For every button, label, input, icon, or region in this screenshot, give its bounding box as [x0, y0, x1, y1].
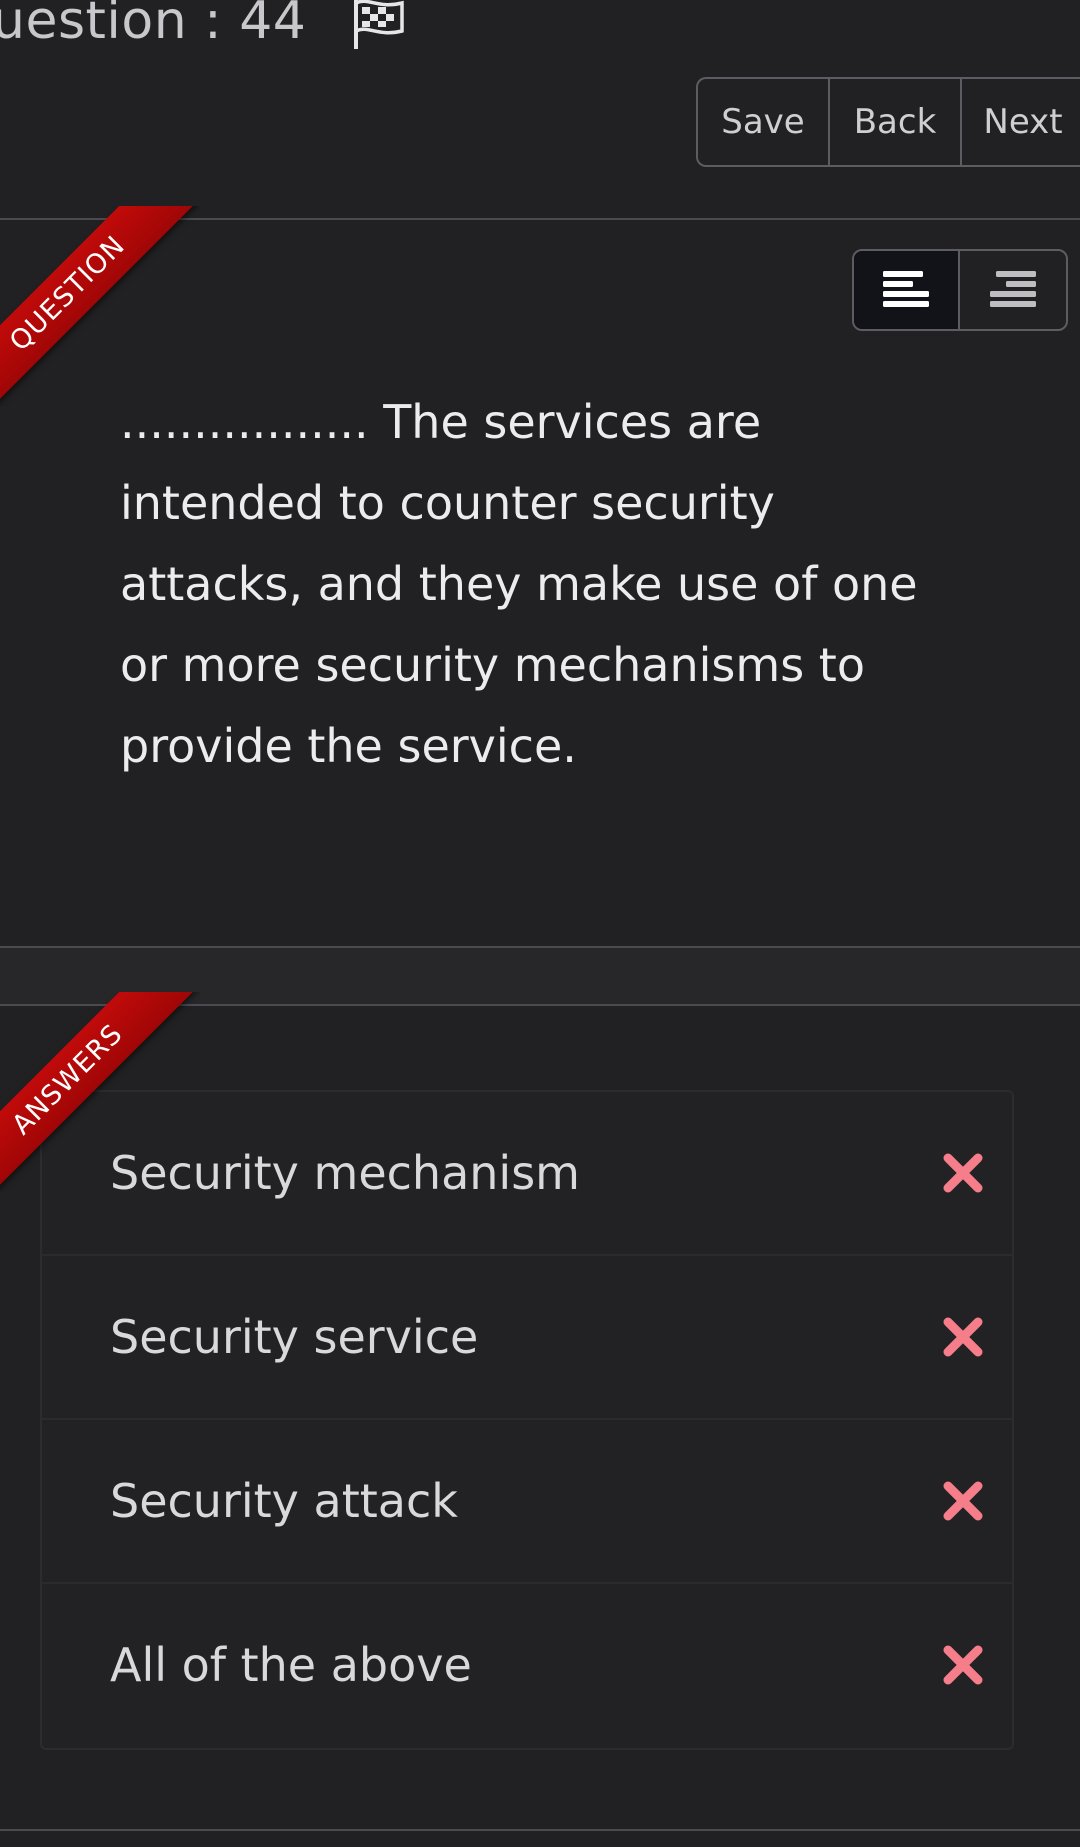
- answers-ribbon-label: ANSWERS: [0, 992, 200, 1192]
- answer-label: All of the above: [110, 1638, 472, 1692]
- answer-label: Security attack: [110, 1474, 458, 1528]
- answer-option[interactable]: All of the above: [42, 1584, 1012, 1746]
- wrong-x-icon: [943, 1317, 983, 1357]
- question-text: ................. The services are inten…: [120, 395, 918, 773]
- wrong-x-icon: [943, 1481, 983, 1521]
- page-bottom-divider: [0, 1829, 1080, 1831]
- question-ribbon-label: QUESTION: [0, 206, 200, 406]
- answer-option[interactable]: Security attack: [42, 1420, 1012, 1584]
- wrong-x-icon: [943, 1645, 983, 1685]
- align-right-icon[interactable]: [960, 251, 1066, 329]
- answers-ribbon: ANSWERS: [0, 992, 200, 1192]
- answer-option[interactable]: Security service: [42, 1256, 1012, 1420]
- save-button[interactable]: Save: [698, 79, 830, 165]
- navigation-button-group: Save Back Next: [696, 77, 1080, 167]
- back-button[interactable]: Back: [830, 79, 962, 165]
- question-number-label: uestion : 44: [0, 0, 307, 51]
- question-number-title: uestion : 44: [0, 0, 406, 52]
- align-left-icon[interactable]: [854, 251, 960, 329]
- next-button[interactable]: Next: [962, 79, 1080, 165]
- text-align-toggle: [852, 249, 1068, 331]
- question-ribbon: QUESTION: [0, 206, 200, 406]
- answer-label: Security service: [110, 1310, 479, 1364]
- wrong-x-icon: [943, 1153, 983, 1193]
- checkered-flag-icon[interactable]: [350, 0, 406, 51]
